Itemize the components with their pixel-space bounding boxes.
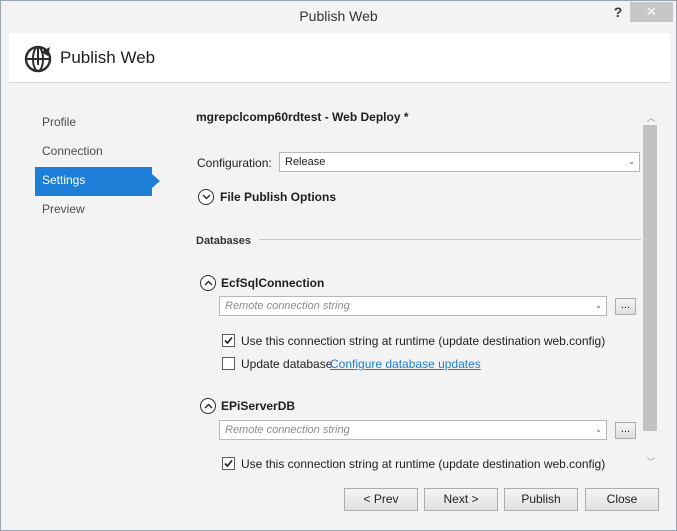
use-at-runtime-checkbox[interactable] [222, 457, 235, 470]
file-publish-options-expander[interactable] [198, 189, 214, 205]
checkmark-icon [224, 336, 233, 345]
chevron-down-icon: ⌄ [595, 425, 602, 434]
nav-item-connection[interactable]: Connection [35, 138, 165, 167]
nav-item-settings[interactable]: Settings [35, 167, 160, 196]
section-divider [259, 239, 641, 240]
checkmark-icon [224, 459, 233, 468]
wizard-nav: Profile Connection Settings Preview [35, 109, 165, 225]
chevron-up-icon [204, 403, 213, 409]
nav-item-preview[interactable]: Preview [35, 196, 165, 225]
header-title: Publish Web [60, 48, 156, 67]
remote-connection-string-combo[interactable]: Remote connection string ⌄ [219, 420, 607, 440]
connection-placeholder: Remote connection string [225, 424, 350, 436]
nav-item-label: Settings [42, 173, 86, 187]
title-bar: Publish Web ? ✕ [1, 1, 676, 31]
connection-placeholder: Remote connection string [225, 300, 350, 312]
remote-connection-string-combo[interactable]: Remote connection string ⌄ [219, 296, 607, 316]
connection-name: EcfSqlConnection [221, 276, 325, 290]
use-at-runtime-label: Use this connection string at runtime (u… [241, 457, 606, 471]
nav-item-label: Connection [42, 144, 103, 158]
file-publish-options-label[interactable]: File Publish Options [220, 190, 336, 204]
publish-web-dialog: Publish Web ? ✕ Publish Web Profile Conn… [0, 0, 677, 531]
ecfsqlconnection-expander[interactable] [200, 275, 216, 291]
profile-title: mgrepclcomp60rdtest - Web Deploy * [196, 110, 409, 124]
scroll-up-icon[interactable]: ︿ [645, 111, 657, 123]
browse-connection-button[interactable]: ... [615, 422, 636, 439]
browse-connection-button[interactable]: ... [615, 298, 636, 315]
chevron-up-icon [204, 280, 213, 286]
close-button[interactable]: Close [585, 488, 659, 511]
help-button[interactable]: ? [611, 4, 625, 24]
nav-item-profile[interactable]: Profile [35, 109, 165, 138]
active-pointer-icon [152, 174, 160, 188]
vertical-scrollbar[interactable] [643, 125, 657, 431]
configuration-value: Release [285, 156, 326, 168]
chevron-down-icon [202, 194, 211, 200]
use-at-runtime-label: Use this connection string at runtime (u… [241, 334, 606, 348]
update-database-label: Update database [241, 357, 333, 371]
configuration-label: Configuration: [197, 156, 272, 170]
update-database-checkbox[interactable] [222, 357, 235, 370]
scroll-down-icon[interactable]: ﹀ [645, 455, 657, 467]
prev-button[interactable]: < Prev [344, 488, 418, 511]
window-close-button[interactable]: ✕ [630, 2, 673, 22]
publish-button[interactable]: Publish [504, 488, 578, 511]
nav-item-label: Preview [42, 202, 85, 216]
configuration-select[interactable]: Release ⌄ [279, 152, 640, 172]
next-button[interactable]: Next > [424, 488, 498, 511]
nav-item-label: Profile [42, 115, 77, 129]
episerverdb-expander[interactable] [200, 398, 216, 414]
use-at-runtime-checkbox[interactable] [222, 334, 235, 347]
configure-database-updates-link[interactable]: Configure database updates [330, 357, 481, 371]
connection-name: EPiServerDB [221, 399, 296, 413]
window-title: Publish Web [299, 8, 378, 24]
chevron-down-icon: ⌄ [628, 157, 635, 166]
settings-panel: mgrepclcomp60rdtest - Web Deploy * Confi… [196, 105, 641, 475]
databases-section-title: Databases [196, 235, 252, 247]
globe-publish-icon [24, 45, 52, 73]
dialog-header: Publish Web [9, 33, 670, 83]
chevron-down-icon: ⌄ [595, 301, 602, 310]
